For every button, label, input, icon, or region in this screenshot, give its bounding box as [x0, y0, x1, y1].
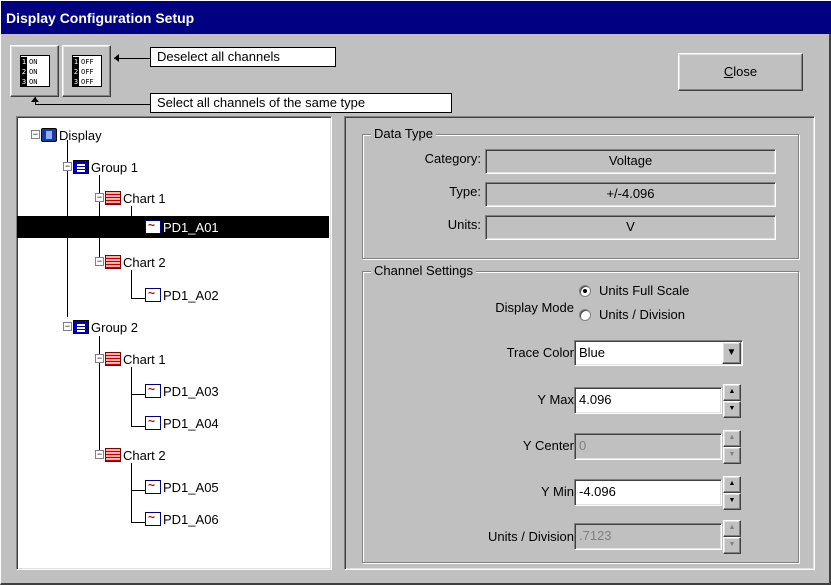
spin-up-icon: ▲ [723, 430, 741, 447]
tree-node-chart[interactable]: Chart 2 [105, 252, 166, 272]
type-value: +/-4.096 [485, 182, 776, 207]
display-tree[interactable]: − − − − − − − Display Group 1 Chart 1 PD… [16, 116, 332, 570]
tooltip-pointer [35, 104, 150, 105]
spin-down-icon: ▼ [723, 447, 741, 464]
tooltip-select-same-type: Select all channels of the same type [150, 93, 452, 113]
group-icon [73, 320, 89, 334]
tree-line [131, 394, 145, 395]
channel-icon [145, 510, 161, 526]
spin-up-icon: ▲ [723, 520, 741, 537]
deselect-all-button[interactable]: 1 OFF 2 OFF 3 OFF [62, 45, 111, 97]
channel-settings-group: Channel Settings Display Mode Units Full… [362, 263, 799, 563]
tooltip-arrow [114, 54, 119, 62]
group-icon [73, 160, 89, 174]
type-label: Type: [449, 184, 481, 199]
channel-icon [145, 478, 161, 494]
tree-node-chart[interactable]: Chart 1 [105, 349, 166, 369]
units-label: Units: [447, 217, 481, 232]
collapse-toggle[interactable]: − [95, 257, 104, 266]
collapse-toggle[interactable]: − [63, 322, 72, 331]
channel-icon [145, 414, 161, 430]
chart-icon [105, 191, 121, 205]
tree-node-channel[interactable]: PD1_A06 [145, 509, 219, 529]
collapse-toggle[interactable]: − [95, 450, 104, 459]
tree-line [131, 298, 145, 299]
ycenter-spinner: ▲ ▼ [723, 430, 741, 464]
ymax-spinner[interactable]: ▲ ▼ [723, 384, 741, 418]
channel-icon [145, 286, 161, 302]
spin-down-icon[interactable]: ▼ [723, 401, 741, 418]
trace-color-label: Trace Color [506, 345, 574, 360]
tree-line [131, 522, 145, 523]
channel-settings-title: Channel Settings [371, 263, 477, 278]
channel-icon [145, 218, 161, 234]
spin-down-icon: ▼ [723, 537, 741, 554]
trace-color-select[interactable]: Blue ▼ [574, 340, 743, 366]
ymax-label: Y Max [537, 392, 574, 407]
tree-node-display[interactable]: Display [41, 125, 102, 145]
collapse-toggle[interactable]: − [63, 162, 72, 171]
units-per-division-spinner: ▲ ▼ [723, 520, 741, 554]
ymin-spinner[interactable]: ▲ ▼ [723, 476, 741, 510]
chart-icon [105, 448, 121, 462]
ycenter-label: Y Center [522, 438, 574, 453]
units-full-scale-label[interactable]: Units Full Scale [599, 283, 689, 298]
units-value: V [485, 215, 776, 240]
tree-line [131, 490, 145, 491]
units-division-label[interactable]: Units / Division [599, 307, 685, 322]
ymin-label: Y Min [541, 484, 574, 499]
dropdown-arrow-icon[interactable]: ▼ [722, 342, 741, 364]
tree-node-channel[interactable]: PD1_A03 [145, 381, 219, 401]
ycenter-field: 0 [574, 433, 722, 460]
collapse-toggle[interactable]: − [95, 354, 104, 363]
category-label: Category: [424, 151, 481, 166]
spin-down-icon[interactable]: ▼ [723, 493, 741, 510]
window-title: Display Configuration Setup [0, 0, 831, 34]
radio-units-full-scale[interactable] [579, 285, 591, 297]
collapse-toggle[interactable]: − [95, 193, 104, 202]
data-type-title: Data Type [371, 126, 437, 141]
tree-node-chart[interactable]: Chart 2 [105, 445, 166, 465]
ymin-field[interactable]: -4.096 [574, 479, 722, 506]
tree-node-group[interactable]: Group 2 [73, 317, 138, 337]
tree-line [131, 426, 145, 427]
close-button[interactable]: Close [678, 53, 803, 91]
tree-node-channel-selected[interactable]: PD1_A01 [17, 216, 329, 238]
display-icon [41, 128, 57, 142]
select-all-same-type-button[interactable]: 1 ON 2 ON 3 ON [10, 45, 59, 97]
tree-node-channel[interactable]: PD1_A02 [145, 285, 219, 305]
category-value: Voltage [485, 149, 776, 174]
channels-off-icon: 1 OFF 2 OFF 3 OFF [72, 55, 102, 87]
tree-line [131, 463, 132, 523]
tree-node-group[interactable]: Group 1 [73, 157, 138, 177]
tree-node-channel[interactable]: PD1_A05 [145, 477, 219, 497]
tooltip-arrow [31, 97, 39, 102]
tree-node-chart[interactable]: Chart 1 [105, 188, 166, 208]
ymax-field[interactable]: 4.096 [574, 387, 722, 414]
collapse-toggle[interactable]: − [31, 130, 40, 139]
units-per-division-label: Units / Division [488, 529, 574, 544]
trace-color-value: Blue [579, 345, 606, 360]
data-type-group: Data Type Category: Voltage Type: +/-4.0… [362, 126, 799, 259]
tooltip-pointer [114, 58, 150, 59]
chart-icon [105, 352, 121, 366]
units-per-division-field: .7123 [574, 523, 722, 550]
display-mode-label: Display Mode [495, 300, 574, 315]
chart-icon [105, 255, 121, 269]
radio-units-division[interactable] [579, 309, 591, 321]
tree-node-channel[interactable]: PD1_A04 [145, 413, 219, 433]
spin-up-icon[interactable]: ▲ [723, 476, 741, 493]
channel-properties-panel: Data Type Category: Voltage Type: +/-4.0… [344, 116, 815, 570]
tooltip-deselect-all: Deselect all channels [150, 47, 336, 67]
tree-line [131, 270, 132, 298]
channels-on-icon: 1 ON 2 ON 3 ON [20, 55, 50, 87]
tree-line [131, 367, 132, 427]
spin-up-icon[interactable]: ▲ [723, 384, 741, 401]
channel-icon [145, 382, 161, 398]
